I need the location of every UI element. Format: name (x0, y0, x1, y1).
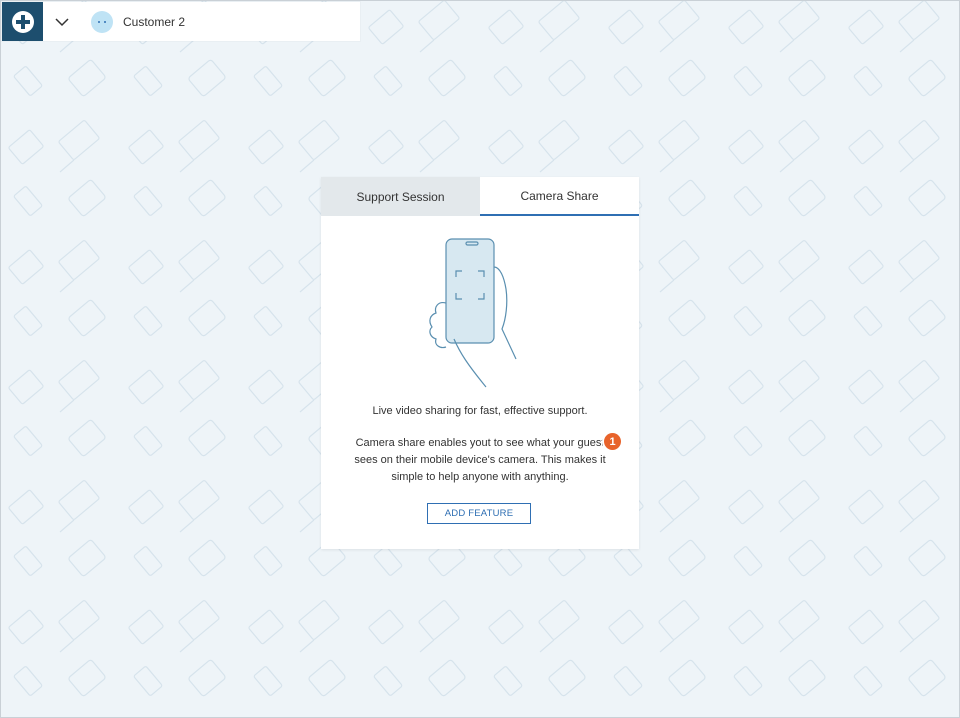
step-marker: 1 (604, 433, 621, 450)
add-feature-button[interactable]: ADD FEATURE (427, 503, 531, 524)
avatar (91, 10, 113, 33)
tab-support-session[interactable]: Support Session (321, 177, 480, 216)
feature-tagline: Live video sharing for fast, effective s… (372, 405, 588, 417)
tab-bar: Support Session Camera Share (321, 177, 639, 216)
dropdown-toggle[interactable] (47, 2, 77, 41)
customer-name[interactable]: Customer 2 (123, 15, 185, 29)
top-bar: Customer 2 (2, 2, 360, 41)
plus-circle-icon (11, 10, 34, 33)
tab-camera-share[interactable]: Camera Share (480, 177, 639, 216)
feature-description: Camera share enables yout to see what yo… (354, 437, 606, 483)
phone-in-hand-icon (429, 238, 517, 388)
add-button[interactable] (2, 2, 43, 41)
chevron-down-icon (55, 17, 69, 26)
chat-bubble-icon (98, 20, 106, 23)
feature-card: Support Session Camera Share Live video … (321, 177, 639, 549)
